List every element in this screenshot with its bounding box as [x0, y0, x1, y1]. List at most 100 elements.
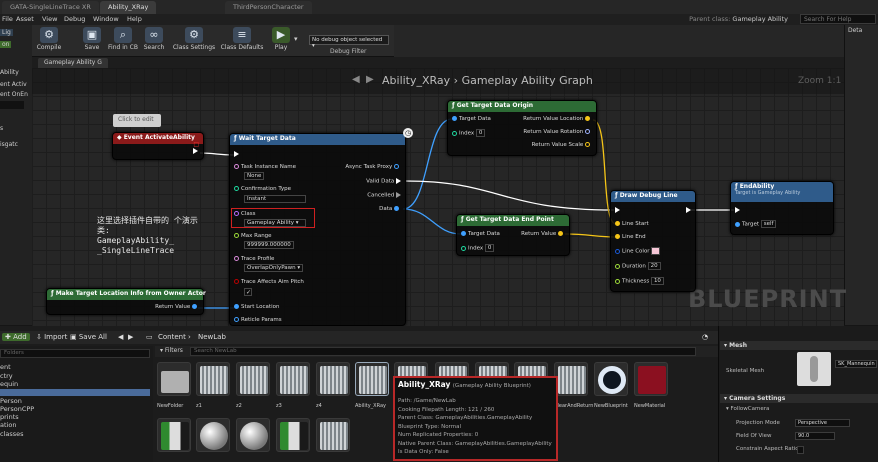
return-location-pin[interactable]: Return Value Location	[523, 116, 592, 122]
node-draw-debug-line[interactable]: ƒ Draw Debug Line Line Start Line End Li…	[610, 190, 696, 292]
source-item[interactable]: ctry	[0, 372, 13, 380]
target-pin[interactable]: Target self	[735, 220, 777, 228]
asset-thumbnail	[320, 422, 348, 450]
task-instance-name-field[interactable]: None	[244, 172, 265, 180]
valid-data-pin[interactable]: Valid Data	[366, 178, 401, 185]
asset-tile[interactable]	[236, 362, 270, 396]
line-start-pin[interactable]: Line Start	[615, 221, 649, 227]
forward-arrow-icon[interactable]: ▶	[128, 333, 133, 341]
return-scale-pin[interactable]: Return Value Scale	[532, 142, 592, 148]
cancelled-pin[interactable]: Cancelled	[367, 192, 401, 199]
source-item[interactable]: Person	[0, 397, 22, 405]
node-title: ƒ Get Target Data Origin	[448, 101, 596, 112]
node-make-target-location[interactable]: ƒ Make Target Location Info from Owner A…	[46, 288, 206, 315]
exec-in-pin[interactable]	[615, 207, 620, 214]
source-item-selected[interactable]	[0, 389, 150, 396]
node-title-text: Make Target Location Info from Owner Act…	[55, 290, 206, 297]
index-pin[interactable]: Index 0	[452, 129, 486, 137]
color-swatch[interactable]	[651, 247, 661, 255]
asset-tile[interactable]	[196, 418, 230, 452]
confirmation-type-dropdown[interactable]: Instant	[244, 195, 306, 203]
history-icon[interactable]: ◔	[702, 333, 708, 341]
max-range-pin[interactable]: Max Range	[234, 233, 272, 239]
task-instance-name-pin[interactable]: Task Instance Name	[234, 164, 296, 170]
target-data-pin[interactable]: Target Data	[452, 116, 491, 122]
source-item[interactable]: PersonCPP	[0, 405, 34, 413]
section-label: Mesh	[729, 342, 747, 349]
asset-tile[interactable]	[157, 362, 191, 396]
exec-in-pin[interactable]	[735, 207, 740, 214]
constrain-aspect-checkbox[interactable]	[797, 446, 804, 454]
index-pin[interactable]: Index 0	[461, 244, 495, 252]
asset-tile[interactable]	[316, 418, 350, 452]
asset-tile[interactable]	[554, 362, 588, 396]
camera-settings-section[interactable]: ▾ Camera Settings	[720, 394, 878, 403]
max-range-field[interactable]: 999999.000000	[244, 241, 294, 249]
node-event-activate-ability[interactable]: ◆ Event ActivateAbility □	[112, 132, 204, 160]
delegate-pin-icon[interactable]: □	[193, 141, 199, 148]
pin-label: Trace Affects Aim Pitch	[241, 279, 304, 285]
mannequin-select[interactable]: SK_Mannequin	[835, 360, 877, 368]
field-of-view-input[interactable]: 90.0	[795, 432, 835, 440]
node-wait-target-data[interactable]: ƒ Wait Target Data Task Instance Name No…	[229, 133, 406, 326]
node-get-target-data-end-point[interactable]: ƒ Get Target Data End Point Target Data …	[456, 214, 570, 256]
return-value-pin[interactable]: Return Value	[521, 231, 565, 237]
breadcrumb-content[interactable]: Content	[158, 333, 186, 341]
asset-tile[interactable]	[594, 362, 628, 396]
folder-icon: ▭	[146, 333, 153, 341]
comment-bubble[interactable]: Click to edit	[113, 114, 161, 127]
asset-search-input[interactable]: Search NewLab	[190, 347, 696, 356]
mesh-section[interactable]: ▾ Mesh	[720, 341, 878, 350]
data-pin[interactable]: Data	[379, 206, 401, 212]
exec-out-pin[interactable]	[193, 148, 198, 155]
source-item[interactable]: ation	[0, 421, 16, 429]
async-proxy-pin[interactable]: Async Task Proxy	[345, 164, 401, 170]
node-title: ƒ Get Target Data End Point	[457, 215, 569, 226]
follow-camera-group[interactable]: ▾ FollowCamera	[726, 406, 769, 412]
projection-mode-select[interactable]: Perspective	[795, 419, 850, 427]
asset-tile[interactable]	[276, 418, 310, 452]
add-button[interactable]: ✚ Add	[2, 333, 30, 341]
source-item[interactable]: equin	[0, 380, 18, 388]
exec-in-pin[interactable]	[234, 151, 239, 158]
asset-tile[interactable]	[157, 418, 191, 452]
node-get-target-data-origin[interactable]: ƒ Get Target Data Origin Target Data Ind…	[447, 100, 597, 156]
trace-affects-checkbox[interactable]: ✓	[244, 288, 252, 296]
source-item[interactable]: ent	[0, 363, 11, 371]
thickness-pin[interactable]: Thickness 10	[615, 277, 664, 285]
line-end-pin[interactable]: Line End	[615, 234, 646, 240]
exec-out-pin[interactable]	[686, 207, 691, 214]
return-value-pin[interactable]: Return Value	[155, 304, 199, 310]
asset-tile[interactable]	[316, 362, 350, 396]
sources-search-input[interactable]: Folders	[0, 349, 150, 358]
source-item[interactable]: classes	[0, 430, 24, 438]
asset-tile[interactable]	[236, 418, 270, 452]
reticle-params-pin[interactable]: Reticle Params	[234, 317, 282, 323]
asset-tile[interactable]	[196, 362, 230, 396]
node-end-ability[interactable]: ƒ EndAbility Target is Gameplay Ability T…	[730, 181, 834, 235]
mannequin-thumbnail[interactable]	[797, 352, 831, 386]
back-arrow-icon[interactable]: ◀	[118, 333, 123, 341]
filters-button[interactable]: ▾ Filters	[160, 347, 183, 354]
asset-thumbnail	[280, 366, 308, 394]
source-item[interactable]: prints	[0, 413, 19, 421]
asset-tile[interactable]	[355, 362, 389, 396]
trace-affects-pin[interactable]: Trace Affects Aim Pitch	[234, 279, 304, 285]
trace-profile-pin[interactable]: Trace Profile	[234, 256, 274, 262]
breadcrumb-newlab[interactable]: NewLab	[198, 333, 226, 341]
save-all-button[interactable]: ▣ Save All	[70, 333, 107, 341]
duration-pin[interactable]: Duration 20	[615, 262, 661, 270]
save-icon: ▣	[70, 333, 79, 341]
line-color-pin[interactable]: Line Color	[615, 247, 661, 255]
pin-label: Confirmation Type	[241, 186, 291, 192]
target-data-pin[interactable]: Target Data	[461, 231, 500, 237]
confirmation-type-pin[interactable]: Confirmation Type	[234, 186, 291, 192]
asset-tile[interactable]	[634, 362, 668, 396]
start-location-pin[interactable]: Start Location	[234, 304, 279, 310]
trace-profile-dropdown[interactable]: OverlapOnlyPawn ▾	[244, 264, 304, 272]
pin-label: Target	[742, 221, 760, 228]
import-button[interactable]: ⇩ Import	[36, 333, 67, 341]
tooltip-title-text: Ability_XRay	[398, 380, 451, 389]
asset-tile[interactable]	[276, 362, 310, 396]
return-rotation-pin[interactable]: Return Value Rotation	[523, 129, 592, 135]
